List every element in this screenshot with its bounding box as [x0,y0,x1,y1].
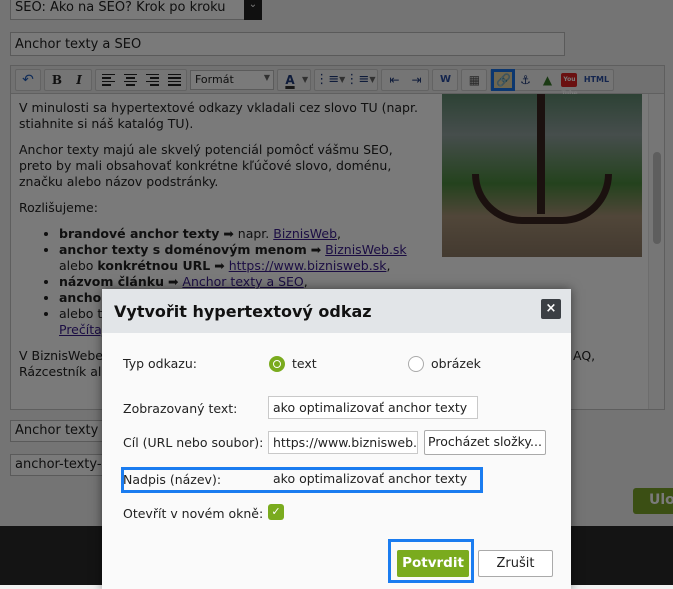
title-attr-label: Nadpis (název): [123,472,222,487]
browse-folders-button[interactable]: Procházet složky... [424,430,546,455]
new-window-label: Otevřít v novém okně: [123,506,264,521]
confirm-button[interactable]: Potvrdit [397,550,469,577]
dialog-title: Vytvořit hypertextový odkaz [114,301,372,321]
cancel-button[interactable]: Zrušit [478,550,553,577]
target-label: Cíl (URL nebo soubor): [123,435,264,450]
close-icon[interactable]: × [541,299,561,319]
target-url-input[interactable]: https://www.biznisweb. [268,431,418,454]
insert-link-dialog: Vytvořit hypertextový odkaz × Typ odkazu… [102,289,571,589]
dialog-header: Vytvořit hypertextový odkaz × [102,289,571,333]
radio-image[interactable] [408,356,424,372]
radio-image-label: obrázek [431,356,481,371]
new-window-checkbox[interactable]: ✓ [268,504,284,520]
display-text-input[interactable]: ako optimalizovať anchor texty [268,396,478,419]
display-text-label: Zobrazovaný text: [123,401,238,416]
link-type-label: Typ odkazu: [123,356,197,371]
title-attr-input[interactable]: ako optimalizovať anchor texty [268,467,478,490]
radio-text[interactable] [269,356,285,372]
radio-text-label: text [292,356,317,371]
